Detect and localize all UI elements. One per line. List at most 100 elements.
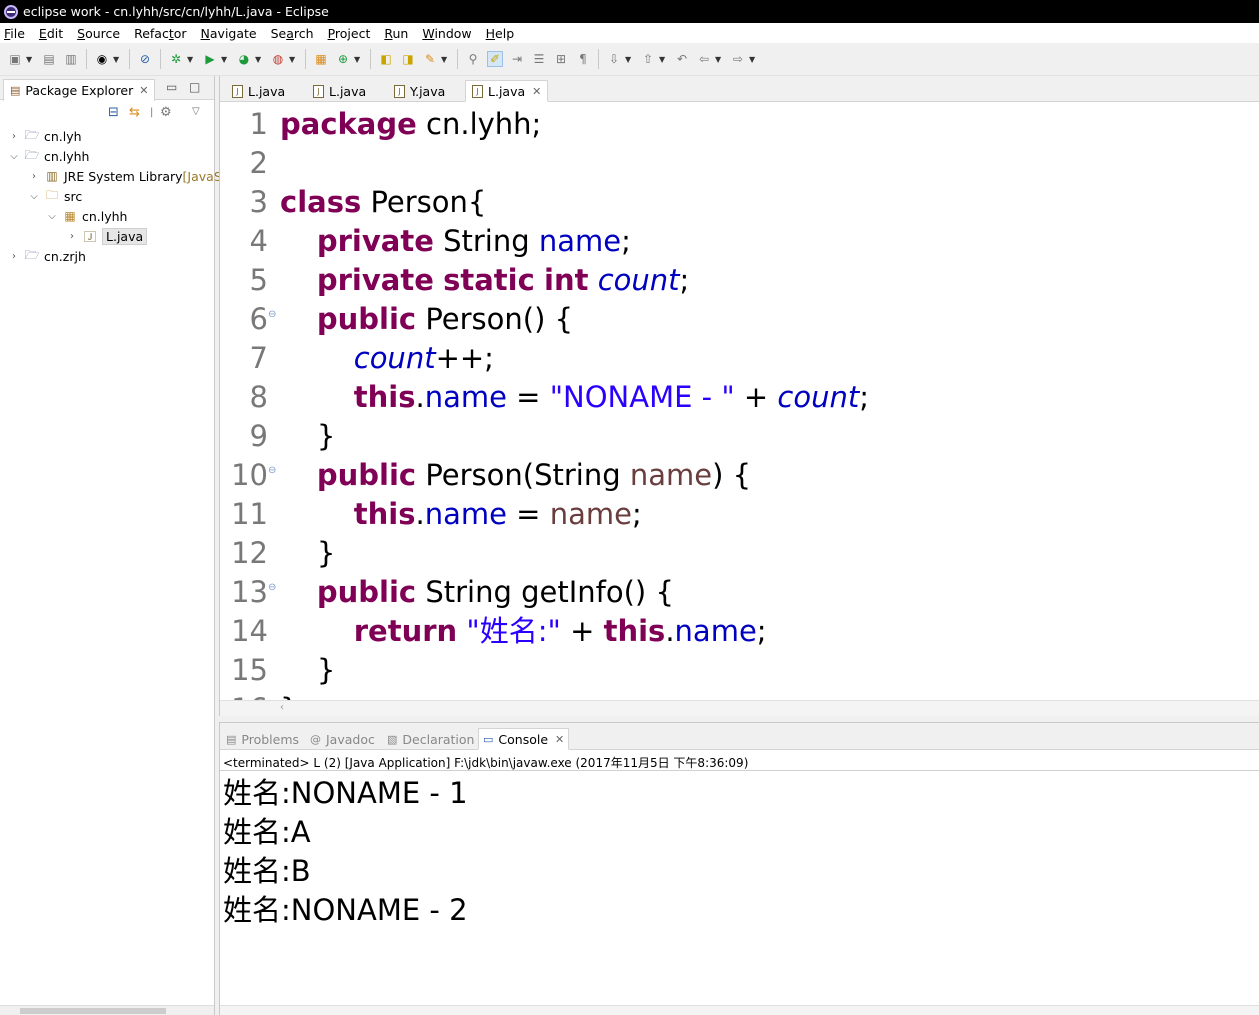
horizontal-scrollbar[interactable] — [0, 1005, 214, 1015]
toolbar-separator — [457, 49, 458, 69]
editor-horizontal-scrollbar[interactable]: ‹ — [220, 700, 1259, 716]
link-with-editor-icon[interactable]: ⇆ — [129, 105, 140, 120]
new-java-class-icon[interactable]: ⊕ — [335, 51, 351, 67]
tree-item[interactable]: ⌵ ▦ cn.lyhh — [46, 206, 127, 226]
minimize-icon[interactable]: ▭ — [166, 80, 177, 94]
bottom-tab[interactable]: ▧ Declaration — [383, 728, 478, 750]
tree-item[interactable]: › 🗁 cn.zrjh — [8, 246, 86, 266]
fold-toggle-icon[interactable]: ⊖ — [268, 456, 276, 486]
chevron-down-icon[interactable]: ⌵ — [8, 151, 20, 162]
menu-item[interactable]: File — [4, 26, 25, 41]
search-dropdown-icon[interactable]: ▼ — [441, 55, 449, 64]
external-tools-icon[interactable]: ◍ — [270, 51, 286, 67]
new-class-dropdown-icon[interactable]: ▼ — [354, 55, 362, 64]
last-edit-icon[interactable]: ↶ — [674, 51, 690, 67]
code-token: private — [316, 224, 434, 258]
toggle-breadcrumb-icon[interactable]: ⚲ — [465, 51, 481, 67]
run-icon[interactable]: ▶ — [202, 51, 218, 67]
previous-annotation-icon[interactable]: ⇧ — [640, 51, 656, 67]
coverage-icon[interactable]: ◕ — [236, 51, 252, 67]
tree-item[interactable]: ⌵ 🗁 cn.lyhh — [8, 146, 89, 166]
tree-item[interactable]: › ▥ JRE System Library [JavaS — [28, 166, 222, 186]
save-icon[interactable]: ▤ — [41, 51, 57, 67]
menu-item[interactable]: Navigate — [201, 26, 257, 41]
editor-tab[interactable]: J L.java — [226, 80, 291, 102]
skip-breakpoints-icon[interactable]: ⊘ — [137, 51, 153, 67]
debug-icon[interactable]: ✲ — [168, 51, 184, 67]
next-annotation-dropdown-icon[interactable]: ▼ — [625, 55, 633, 64]
pilcrow-icon[interactable]: ¶ — [575, 51, 591, 67]
code-token: = — [506, 497, 550, 531]
java-file-icon: J — [472, 84, 483, 98]
view-menu-icon[interactable]: ▽ — [192, 106, 200, 117]
menu-item[interactable]: Project — [328, 26, 371, 41]
toolbar-separator — [160, 49, 161, 69]
fold-toggle-icon[interactable]: ⊖ — [268, 300, 276, 330]
block-selection-icon[interactable]: ⇥ — [509, 51, 525, 67]
tree-item[interactable]: ⌵ 🗀 src — [28, 186, 82, 206]
menu-item[interactable]: Window — [422, 26, 471, 41]
chevron-right-icon[interactable]: › — [8, 131, 20, 142]
save-all-icon[interactable]: ▥ — [63, 51, 79, 67]
chevron-right-icon[interactable]: › — [28, 171, 40, 182]
editor-tab[interactable]: J L.java ✕ — [465, 80, 549, 102]
profile-icon[interactable]: ◉ — [94, 51, 110, 67]
coverage-dropdown-icon[interactable]: ▼ — [255, 55, 263, 64]
new-dropdown-icon[interactable]: ▼ — [26, 55, 34, 64]
maximize-icon[interactable]: □ — [189, 80, 200, 94]
tree-item[interactable]: › 🗁 cn.lyh — [8, 126, 82, 146]
editor-tab[interactable]: J L.java — [307, 80, 372, 102]
project-icon: 🗁 — [24, 147, 40, 162]
menu-item[interactable]: Source — [77, 26, 120, 41]
search-icon[interactable]: ✎ — [422, 51, 438, 67]
scroll-left-icon[interactable]: ‹ — [280, 702, 284, 713]
previous-annotation-dropdown-icon[interactable]: ▼ — [659, 55, 667, 64]
close-icon[interactable]: ✕ — [139, 84, 148, 97]
menu-item[interactable]: Run — [384, 26, 408, 41]
chevron-down-icon[interactable]: ⌵ — [28, 191, 40, 202]
package-explorer-tab[interactable]: ▤ Package Explorer ✕ — [3, 79, 156, 101]
back-dropdown-icon[interactable]: ▼ — [715, 55, 723, 64]
console-output-line: 姓名:A — [223, 815, 311, 849]
bottom-tabbar: ▤ Problems @ Javadoc ▧ Declaration ▭ Console ✕ — [220, 723, 1259, 750]
code-token: String — [433, 224, 539, 258]
line-number: 4 — [249, 224, 268, 258]
menu-item[interactable]: Help — [486, 26, 515, 41]
close-icon[interactable]: ✕ — [532, 85, 541, 98]
collapse-all-icon[interactable]: ⊟ — [108, 105, 119, 120]
menu-item[interactable]: Edit — [39, 26, 63, 41]
external-tools-dropdown-icon[interactable]: ▼ — [289, 55, 297, 64]
back-icon[interactable]: ⇦ — [696, 51, 712, 67]
mark-occurrences-icon[interactable]: ✐ — [487, 51, 503, 67]
open-type-icon[interactable]: ◧ — [378, 51, 394, 67]
close-icon[interactable]: ✕ — [555, 733, 564, 746]
code-token: name — [629, 458, 713, 492]
tree-item[interactable]: › 🄹 L.java — [66, 226, 148, 246]
chevron-right-icon[interactable]: › — [8, 251, 20, 262]
chevron-down-icon[interactable]: ⌵ — [46, 211, 58, 222]
word-wrap-icon[interactable]: ☰ — [531, 51, 547, 67]
forward-icon[interactable]: ⇨ — [730, 51, 746, 67]
run-dropdown-icon[interactable]: ▼ — [221, 55, 229, 64]
bottom-tab[interactable]: @ Javadoc — [306, 728, 379, 750]
menu-item[interactable]: Refactor — [134, 26, 186, 41]
console-horizontal-scrollbar[interactable] — [220, 1005, 1259, 1015]
editor-tab[interactable]: J Y.java — [388, 80, 451, 102]
open-task-icon[interactable]: ◨ — [400, 51, 416, 67]
bottom-tab[interactable]: ▤ Problems — [222, 728, 303, 750]
chevron-right-icon[interactable]: › — [66, 231, 78, 242]
fold-toggle-icon[interactable]: ⊖ — [268, 573, 276, 603]
new-java-package-icon[interactable]: ▦ — [313, 51, 329, 67]
new-icon[interactable]: ▣ — [7, 51, 23, 67]
menu-mnemonic: N — [200, 25, 210, 41]
bottom-tab[interactable]: ▭ Console ✕ — [478, 728, 570, 750]
code-area[interactable]: 1 package cn.lyhh; 2 3 class Person{4 privat… — [220, 102, 1259, 700]
forward-dropdown-icon[interactable]: ▼ — [749, 55, 757, 64]
show-whitespace-icon[interactable]: ⊞ — [553, 51, 569, 67]
profile-dropdown-icon[interactable]: ▼ — [113, 55, 121, 64]
focus-on-working-set-icon[interactable]: ⚙ — [160, 105, 172, 120]
code-token: "姓名:" — [466, 614, 561, 648]
menu-item[interactable]: Search — [271, 26, 314, 41]
debug-dropdown-icon[interactable]: ▼ — [187, 55, 195, 64]
next-annotation-icon[interactable]: ⇩ — [606, 51, 622, 67]
